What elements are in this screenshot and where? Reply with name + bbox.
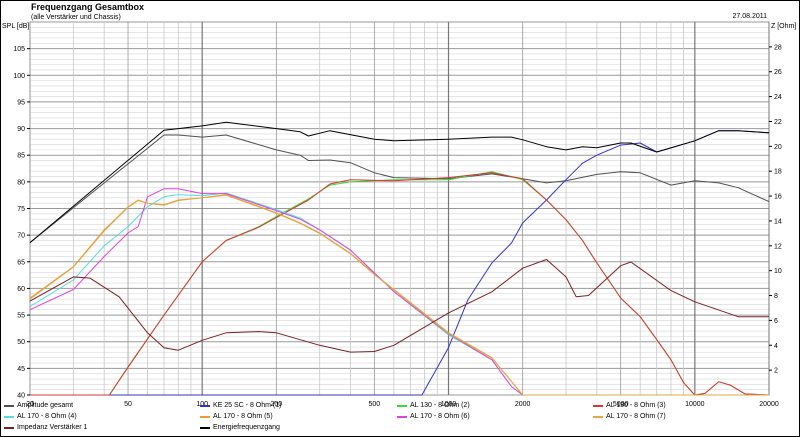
y-tick-label: 40 bbox=[17, 393, 25, 400]
legend-item: AL 170 - 8 Ohm (4) bbox=[4, 413, 77, 420]
y-tick-label: 85 bbox=[17, 153, 25, 160]
y2-tick-label: 26 bbox=[774, 69, 782, 76]
y2-tick-label: 12 bbox=[774, 243, 782, 250]
x-tick-label: 2000 bbox=[515, 401, 531, 408]
legend-swatch bbox=[397, 404, 407, 407]
y-tick-label: 55 bbox=[17, 313, 25, 320]
legend-swatch bbox=[200, 415, 210, 418]
y2-tick-label: 8 bbox=[774, 293, 778, 300]
legend-swatch bbox=[4, 426, 14, 429]
legend-item: AL 170 - 8 Ohm (7) bbox=[593, 413, 666, 420]
y2-axis-label: Z [Ohm] bbox=[771, 23, 796, 30]
y-tick-label: 105 bbox=[13, 46, 25, 53]
y2-tick-label: 14 bbox=[774, 218, 782, 225]
legend-item: Amplitude gesamt bbox=[4, 402, 73, 409]
legend-swatch bbox=[200, 426, 210, 429]
legend-label: AL 170 - 8 Ohm (7) bbox=[606, 413, 666, 420]
frequency-response-plot: 2050100200500100020005000100002000040455… bbox=[2, 21, 796, 408]
y2-tick-label: 28 bbox=[774, 44, 782, 51]
y2-tick-label: 20 bbox=[774, 144, 782, 151]
y-tick-label: 50 bbox=[17, 339, 25, 346]
y-tick-label: 60 bbox=[17, 286, 25, 293]
y-tick-label: 95 bbox=[17, 99, 25, 106]
legend-swatch bbox=[200, 404, 210, 407]
legend-label: AL 170 - 8 Ohm (5) bbox=[213, 413, 273, 420]
x-tick-label: 20000 bbox=[759, 401, 779, 408]
legend-item: AL 130 - 8 Ohm (3) bbox=[593, 402, 666, 409]
legend-item: KE 25 SC - 8 Ohm (1) bbox=[200, 402, 281, 409]
legend-item: Energiefrequenzgang bbox=[200, 424, 280, 431]
y-axis-label: SPL [dB] bbox=[2, 23, 29, 30]
legend-label: Impedanz Verstärker 1 bbox=[17, 424, 88, 431]
legend-item: Impedanz Verstärker 1 bbox=[4, 424, 87, 431]
y-tick-label: 100 bbox=[13, 73, 25, 80]
y2-tick-label: 18 bbox=[774, 169, 782, 176]
legend-label: AL 170 - 8 Ohm (4) bbox=[17, 413, 77, 420]
x-tick-label: 10000 bbox=[685, 401, 705, 408]
y-tick-label: 65 bbox=[17, 259, 25, 266]
legend-swatch bbox=[593, 415, 603, 418]
y-tick-label: 80 bbox=[17, 179, 25, 186]
legend-item: AL 170 - 8 Ohm (6) bbox=[397, 413, 470, 420]
y-tick-label: 70 bbox=[17, 233, 25, 240]
legend-label: Energiefrequenzgang bbox=[213, 424, 280, 431]
legend-label: AL 170 - 8 Ohm (6) bbox=[410, 413, 470, 420]
y2-tick-label: 2 bbox=[774, 368, 778, 375]
y2-tick-label: 16 bbox=[774, 194, 782, 201]
y2-tick-label: 22 bbox=[774, 119, 782, 126]
legend-swatch bbox=[4, 415, 14, 418]
x-tick-label: 50 bbox=[124, 401, 132, 408]
legend-item: AL 130 - 8 Ohm (2) bbox=[397, 402, 470, 409]
y2-tick-label: 4 bbox=[774, 343, 778, 350]
y2-tick-label: 10 bbox=[774, 268, 782, 275]
legend-label: AL 130 - 8 Ohm (3) bbox=[606, 402, 666, 409]
y-tick-label: 75 bbox=[17, 206, 25, 213]
grid bbox=[29, 21, 770, 396]
y2-tick-label: 6 bbox=[774, 318, 778, 325]
legend-swatch bbox=[397, 415, 407, 418]
y-tick-label: 90 bbox=[17, 126, 25, 133]
y2-tick-label: 24 bbox=[774, 94, 782, 101]
y-tick-label: 45 bbox=[17, 366, 25, 373]
x-tick-label: 500 bbox=[369, 401, 381, 408]
legend-swatch bbox=[593, 404, 603, 407]
legend-label: KE 25 SC - 8 Ohm (1) bbox=[213, 402, 282, 409]
legend-label: Amplitude gesamt bbox=[17, 402, 74, 409]
legend-item: AL 170 - 8 Ohm (5) bbox=[200, 413, 273, 420]
legend-label: AL 130 - 8 Ohm (2) bbox=[410, 402, 470, 409]
legend-swatch bbox=[4, 404, 14, 407]
